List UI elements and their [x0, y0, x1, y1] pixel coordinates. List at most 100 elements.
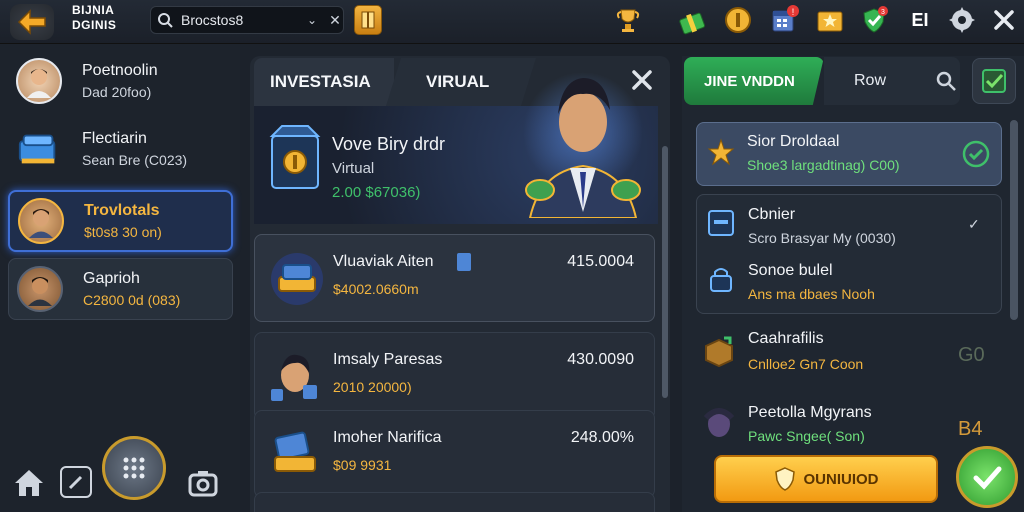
- menu-grid-button[interactable]: [102, 436, 166, 500]
- tab-row[interactable]: Row: [824, 57, 960, 105]
- gift-icon: [679, 12, 706, 35]
- check-icon: [982, 69, 1006, 93]
- brand-logo: BIJNIA DGINIS: [72, 3, 116, 33]
- check-circle-icon: [962, 140, 990, 168]
- tab-label: Row: [854, 72, 887, 89]
- star-icon: [707, 138, 735, 166]
- edit-button[interactable]: [60, 466, 92, 498]
- featured-value: 2.00 $67036): [332, 184, 421, 201]
- item-sub: $4002.0660m: [333, 281, 419, 297]
- home-button[interactable]: [12, 466, 46, 505]
- home-icon: [15, 470, 43, 496]
- featured-title: Vove Biry drdr: [332, 134, 446, 154]
- text-icon: EI: [911, 9, 929, 30]
- primary-action-button[interactable]: OUNIUIOD: [714, 455, 938, 503]
- item-sub: Shoe3 largadtinag) C00): [747, 157, 900, 173]
- action-button-label: OUNIUIOD: [803, 470, 879, 488]
- close-icon: [994, 10, 1014, 30]
- search-box[interactable]: ⌄ ✕: [150, 6, 344, 34]
- item-sub: Scro Brasyar My (0030): [748, 230, 896, 246]
- list-item[interactable]: [254, 492, 655, 512]
- star-folder-icon: [817, 11, 843, 32]
- item-title: Cbnier: [748, 206, 796, 223]
- avatar-icon: [16, 58, 62, 104]
- shield-icon: 3: [863, 6, 888, 33]
- camera-button[interactable]: [186, 466, 220, 505]
- item-title: Sonoe bulel: [748, 262, 833, 279]
- tab-label: VIRUAL: [426, 72, 490, 91]
- chest-icon: [16, 126, 62, 172]
- item-title: Peetolla Mgyrans: [748, 404, 872, 421]
- item-sub: Cnlloe2 Gn7 Coon: [748, 356, 864, 372]
- check-icon: [973, 466, 1002, 490]
- bookmark-button[interactable]: [354, 5, 382, 35]
- list-item[interactable]: Imoher Narifica $09 9931 248.00%: [254, 410, 655, 498]
- item-name: Imsaly Paresas: [333, 351, 443, 368]
- back-button[interactable]: [10, 4, 54, 40]
- back-arrow-icon: [17, 9, 46, 35]
- trophy-button[interactable]: [612, 4, 644, 36]
- shield-button[interactable]: 3: [858, 4, 890, 36]
- item-title: Sior Droldaal: [747, 133, 840, 150]
- vault-icon: [268, 122, 324, 197]
- tab-investasia[interactable]: INVESTASIA: [254, 58, 394, 106]
- bookmark-icon: [361, 11, 375, 29]
- sidebar-item-subtitle: Dad 20foo): [82, 84, 152, 100]
- item-name: Imoher Narifica: [333, 429, 442, 446]
- sidebar-item-1[interactable]: Poetnoolin Dad 20foo): [8, 50, 233, 112]
- grid-icon: [123, 457, 145, 479]
- avatar-icon: [269, 349, 325, 405]
- scrollbar[interactable]: [662, 146, 668, 398]
- item-sub: $09 9931: [333, 457, 392, 473]
- sidebar-item-title: Poetnoolin: [82, 62, 158, 79]
- box-icon: [705, 336, 733, 368]
- sidebar-item-2[interactable]: Flectiarin Sean Bre (C023): [8, 118, 233, 180]
- search-input[interactable]: [181, 12, 301, 28]
- document-icon: [708, 210, 734, 236]
- calendar-icon: !: [772, 5, 799, 32]
- list-item[interactable]: Imsaly Paresas 2010 20000) 430.0090: [254, 332, 655, 420]
- list-item[interactable]: Vluaviak Aiten $4002.0660m 415.0004: [254, 234, 655, 322]
- favorites-button[interactable]: [814, 4, 846, 36]
- coin-icon: [725, 7, 751, 33]
- avatar-icon: [703, 408, 735, 437]
- featured-subtitle: Virtual: [332, 160, 375, 177]
- confirm-toggle[interactable]: [972, 58, 1016, 104]
- confirm-button[interactable]: [956, 446, 1018, 508]
- brand-line-2: DGINIS: [72, 18, 117, 32]
- sidebar-item-subtitle: Sean Bre (C023): [82, 152, 188, 168]
- lock-icon: [710, 268, 732, 292]
- shield-icon: [774, 467, 795, 491]
- avatar-icon: [17, 266, 63, 312]
- gear-icon: [949, 7, 975, 33]
- tab-virual[interactable]: VIRUAL: [386, 58, 536, 106]
- trophy-icon: [616, 9, 640, 32]
- check-small-icon: ✓: [968, 216, 980, 232]
- item-value: 248.00%: [570, 429, 634, 446]
- item-trail-value: G0: [958, 344, 985, 366]
- list-item-selected[interactable]: Sior Droldaal Shoe3 largadtinag) C00): [696, 122, 1002, 186]
- cash-stack-icon: [269, 427, 325, 483]
- settings-button[interactable]: [946, 4, 978, 36]
- sidebar-item-title: Flectiarin: [82, 130, 147, 147]
- chevron-down-icon[interactable]: ⌄: [307, 13, 317, 27]
- tab-jine-vnddn[interactable]: JINE VNDDN: [684, 57, 824, 105]
- text-button[interactable]: EI: [904, 4, 936, 36]
- coin-button[interactable]: [722, 4, 754, 36]
- sidebar-item-4[interactable]: Gaprioh C2800 0d (083): [8, 258, 233, 320]
- edit-icon: [68, 475, 83, 490]
- clear-search-icon[interactable]: ✕: [329, 12, 341, 29]
- search-icon: [158, 13, 173, 28]
- gift-button[interactable]: [676, 4, 708, 36]
- calendar-badge: !: [792, 7, 795, 17]
- shield-badge: 3: [881, 9, 885, 16]
- avatar-icon: [18, 198, 64, 244]
- item-title: Caahrafilis: [748, 330, 824, 347]
- calendar-button[interactable]: !: [768, 4, 800, 36]
- close-button[interactable]: [988, 4, 1020, 36]
- brand-line-1: BIJNIA: [72, 3, 115, 17]
- sidebar-item-3[interactable]: Trovlotals $t0s8 30 on): [8, 190, 233, 252]
- scrollbar[interactable]: [1010, 120, 1018, 320]
- item-value: 415.0004: [567, 253, 634, 270]
- item-sub: Pawc Sngee( Son): [748, 428, 865, 444]
